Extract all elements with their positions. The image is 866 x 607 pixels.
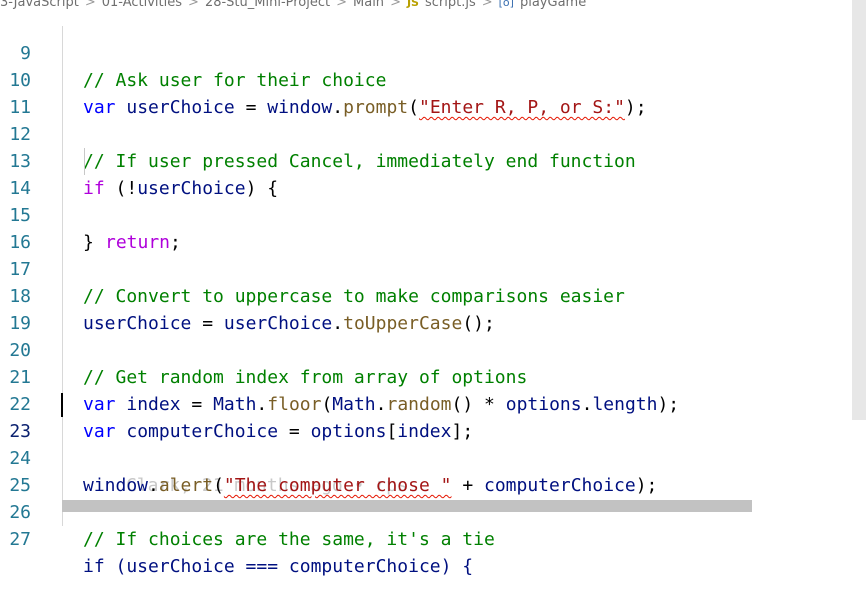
scrollbar-thumb[interactable] — [852, 0, 866, 420]
code-line[interactable]: 16 — [0, 202, 866, 253]
breadcrumb-item-symbol[interactable]: playGame — [520, 0, 586, 10]
code-line[interactable]: 18 userChoice = userChoice.toUpperCase()… — [0, 256, 866, 334]
text-cursor — [61, 393, 63, 417]
code-line[interactable]: 10 var userChoice = window.prompt("Enter… — [0, 40, 866, 118]
code-line[interactable]: 11 — [0, 67, 866, 118]
code-line[interactable]: 22 var computerChoice = options[index]; — [0, 364, 866, 442]
code-line[interactable]: 14 return; — [0, 148, 866, 253]
code-line[interactable]: 19 — [0, 283, 866, 334]
breadcrumb-separator: > — [481, 0, 493, 10]
code-line[interactable]: 12 // If user pressed Cancel, immediatel… — [0, 94, 866, 172]
indent-guide — [84, 148, 85, 175]
vertical-scrollbar[interactable] — [852, 0, 866, 512]
code-line-active[interactable]: 23 Clark, 21 months ago • rps — [0, 391, 866, 496]
code-line[interactable]: 17 // Convert to uppercase to make compa… — [0, 229, 866, 307]
horizontal-scrollbar[interactable] — [62, 500, 752, 512]
comment: // If choices are the same, it's a tie — [83, 529, 495, 550]
breadcrumb-separator: > — [336, 0, 348, 10]
code-line[interactable]: 25 — [0, 445, 866, 496]
breadcrumb-item-folder[interactable]: 28-Stu_Mini-Project — [205, 0, 330, 10]
breadcrumb-item-file[interactable]: script.js — [425, 0, 476, 10]
breadcrumb-item-folder[interactable]: Main — [353, 0, 384, 10]
code-text: if (userChoice === computerChoice) { — [83, 556, 474, 577]
breadcrumb-separator: > — [390, 0, 401, 10]
breadcrumb-item-folder[interactable]: 3-JavaScript — [0, 0, 79, 10]
breadcrumb-separator: > — [84, 0, 96, 10]
breadcrumb-separator: > — [188, 0, 199, 10]
code-line[interactable]: 21 var index = Math.floor(Math.random() … — [0, 337, 866, 415]
javascript-file-icon: JS — [406, 0, 419, 9]
line-number: 27 — [9, 529, 31, 550]
breadcrumb: 3-JavaScript > 01-Activities > 28-Stu_Mi… — [0, 0, 866, 11]
code-line[interactable]: 24 window.alert("The computer chose " + … — [0, 418, 866, 496]
code-line[interactable]: 13 if (!userChoice) { — [0, 121, 866, 199]
code-line[interactable]: 26 // If choices are the same, it's a ti… — [0, 472, 866, 550]
symbol-variable-icon: [o] — [498, 0, 514, 9]
code-editor[interactable]: 9 // Ask user for their choice 10 var us… — [0, 13, 866, 577]
code-line[interactable]: 15 } — [0, 175, 866, 253]
code-line[interactable]: 20 // Get random index from array of opt… — [0, 310, 866, 388]
code-line[interactable]: 9 // Ask user for their choice — [0, 13, 866, 91]
breadcrumb-item-folder[interactable]: 01-Activities — [102, 0, 182, 10]
